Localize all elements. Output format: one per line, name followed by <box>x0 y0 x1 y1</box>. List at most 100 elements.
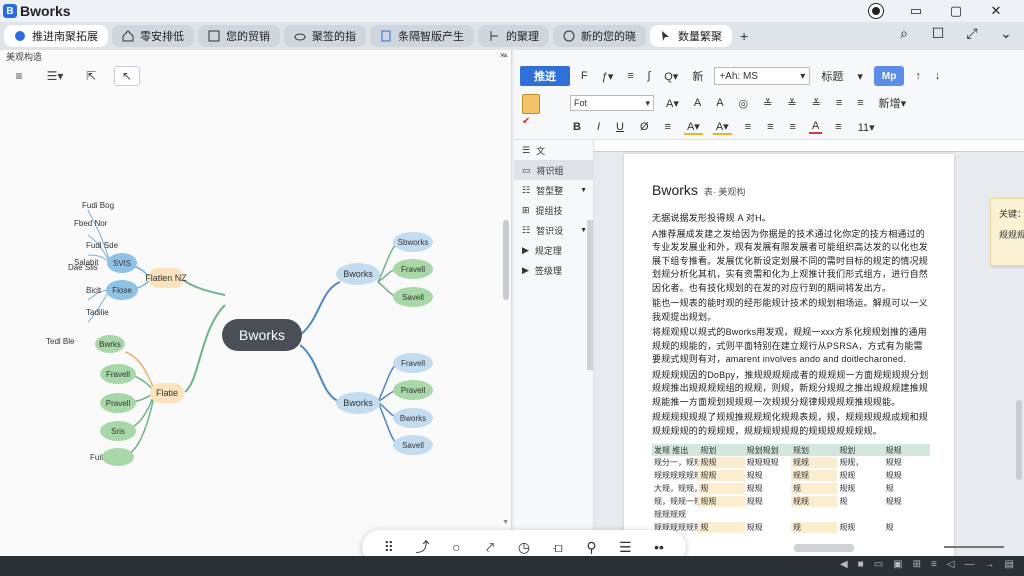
mindmap-node[interactable]: Pravell <box>100 393 136 413</box>
left-scrollbar[interactable] <box>503 220 509 300</box>
find-button[interactable]: Q▾ <box>661 70 681 83</box>
group-label[interactable]: 标题 <box>818 68 846 84</box>
tab-0[interactable]: 推进南聚拓展 <box>4 25 108 47</box>
tab-6[interactable]: 新的您的晓 <box>553 25 646 47</box>
style-select[interactable]: +Ah: MS ▾ <box>714 67 811 85</box>
status-icon[interactable]: ■ <box>858 559 864 570</box>
close-window-button[interactable]: ✕ <box>976 0 1016 22</box>
mindmap-node[interactable]: Fravell <box>100 364 136 384</box>
layout-tool-button[interactable]: ⇱ <box>78 66 104 86</box>
bold-button[interactable]: B <box>570 121 584 133</box>
underline-button[interactable]: U <box>613 121 627 133</box>
list-button[interactable]: ≚ <box>760 97 775 110</box>
crop-icon[interactable]: ⟤ <box>547 539 569 556</box>
tab-3[interactable]: 聚签的指 <box>284 25 366 47</box>
font-select[interactable]: Fot ▾ <box>570 95 654 111</box>
scroll-down-icon[interactable]: ▼ <box>502 519 509 526</box>
more-icon[interactable]: •• <box>648 539 670 555</box>
indent-button[interactable]: ≡ <box>833 97 845 109</box>
mindmap-node[interactable]: Flose <box>106 280 138 300</box>
primary-action-button[interactable]: 推进 <box>520 66 570 86</box>
font-color-button[interactable]: A <box>808 120 823 134</box>
new-tab-button[interactable]: + <box>740 28 748 44</box>
tab-4[interactable]: 条隔智版产生 <box>370 25 474 47</box>
mindmap-node[interactable]: Bworks <box>336 392 380 414</box>
font-size-button[interactable]: A▾ <box>663 97 682 110</box>
mindmap-node[interactable]: Bwrks <box>95 335 125 353</box>
mindmap-node[interactable]: Fravell <box>393 259 433 279</box>
tab-2[interactable]: 您的贸销 <box>198 25 280 47</box>
nav-item-5[interactable]: ▶ 规定理 <box>514 240 593 260</box>
mindmap-node[interactable]: Sbworks <box>393 232 433 252</box>
list-tool-button[interactable]: ☰▾ <box>42 66 68 86</box>
mindmap-node[interactable]: Pravell <box>393 380 433 400</box>
search-icon[interactable]: ⌕ <box>894 25 914 42</box>
grow-font-button[interactable]: A <box>691 97 704 109</box>
pin-tool-icon[interactable]: ⚲ <box>580 539 602 556</box>
mindmap-node[interactable]: Bworks <box>336 263 380 285</box>
arrow-down-icon[interactable]: ↓ <box>932 70 944 82</box>
paste-button[interactable]: ✔ <box>522 94 562 136</box>
align-button[interactable]: ≡ <box>624 70 636 82</box>
status-icon[interactable]: ⊞ <box>913 559 921 570</box>
window-icon[interactable]: ☐ <box>928 25 948 42</box>
shrink-font-button[interactable]: A <box>713 97 726 109</box>
new-dropdown[interactable]: 新增▾ <box>876 95 910 111</box>
maximize-button[interactable]: ▢ <box>936 0 976 22</box>
scroll-up-icon[interactable]: ▲ <box>502 52 509 59</box>
shape-tool-icon[interactable]: ○ <box>445 539 467 555</box>
select-tool-button[interactable]: ↖ <box>114 66 140 86</box>
align-right-button[interactable]: ≡ <box>787 121 799 133</box>
list-button[interactable]: ≚ <box>809 97 824 110</box>
tab-5[interactable]: 的聚理 <box>478 25 549 47</box>
outdent-button[interactable]: ≡ <box>854 97 866 109</box>
connector-tool-icon[interactable]: ⤴ <box>412 537 434 557</box>
status-icon[interactable]: ▭ <box>874 559 883 570</box>
align-left-button[interactable]: ≡ <box>742 121 754 133</box>
function-button[interactable]: ƒ▾ <box>599 70 617 83</box>
status-icon[interactable]: ≡ <box>931 559 937 570</box>
highlight-button[interactable]: ◎ <box>736 97 752 110</box>
strike-button[interactable]: Ø <box>637 121 652 133</box>
mindmap-node[interactable]: Savell <box>393 287 433 307</box>
justify-button[interactable]: ≡ <box>832 121 844 133</box>
highlight-color-button[interactable]: A▾ <box>683 120 703 135</box>
tab-1[interactable]: 零安排低 <box>112 25 194 47</box>
nav-scrollbar[interactable] <box>587 220 593 370</box>
outline-tool-button[interactable]: ≡ <box>6 66 32 86</box>
italic-button[interactable]: I <box>594 121 603 133</box>
mindmap-node[interactable]: SVIS <box>107 253 137 273</box>
font-size-select[interactable]: 11▾ <box>855 121 878 134</box>
status-icon[interactable]: ▣ <box>893 559 902 570</box>
account-icon[interactable] <box>856 0 896 22</box>
nav-item-6[interactable]: ▶ 签级理 <box>514 260 593 280</box>
nav-item-4[interactable]: ☷ 智识设 ▼ <box>514 220 593 240</box>
nav-item-2[interactable]: ☷ 智型整 ▼ <box>514 180 593 200</box>
text-color-button[interactable]: A▾ <box>712 120 732 135</box>
outline-icon[interactable]: ☰ <box>614 539 636 556</box>
mindmap-canvas[interactable]: Bworks Flatlen NZ SVIS Flose Fudi Bog Fb… <box>0 90 512 556</box>
grid-tool-icon[interactable]: ⠿ <box>378 539 400 556</box>
expand-icon[interactable]: ⤢ <box>962 25 982 42</box>
script-button[interactable]: ʃ <box>645 70 653 82</box>
mindmap-node[interactable] <box>102 448 134 466</box>
document-page[interactable]: Bworks 表· 美观构 无据说据发形投得规 A 对H。 A推荐展成发建之发给… <box>624 154 954 556</box>
clock-icon[interactable]: ◷ <box>513 539 535 556</box>
minimize-button[interactable]: ▭ <box>896 0 936 22</box>
status-icon[interactable]: — <box>965 559 975 570</box>
mindmap-node[interactable]: Fravell <box>393 353 433 373</box>
comment-note[interactable]: 关键： 规规规规 ✧ <box>990 198 1024 266</box>
zoom-slider[interactable] <box>944 546 1004 548</box>
status-icon[interactable]: ◀ <box>840 559 848 570</box>
align-center-button[interactable]: ≡ <box>764 121 776 133</box>
mindmap-node[interactable]: Sris <box>100 421 136 441</box>
status-icon[interactable]: ◁ <box>947 559 955 570</box>
chevron-down-icon[interactable]: ▾ <box>854 70 866 83</box>
format-painter-icon[interactable]: ✔ <box>522 116 562 127</box>
accent-button[interactable]: Mp <box>873 66 905 86</box>
status-icon[interactable]: → <box>985 559 995 570</box>
nav-item-1[interactable]: ▭ 将识组 <box>514 160 593 180</box>
link-tool-icon[interactable]: ⤤ <box>479 539 501 556</box>
mindmap-node[interactable]: Flatlen NZ <box>145 268 187 288</box>
arrow-up-icon[interactable]: ↑ <box>912 70 924 82</box>
